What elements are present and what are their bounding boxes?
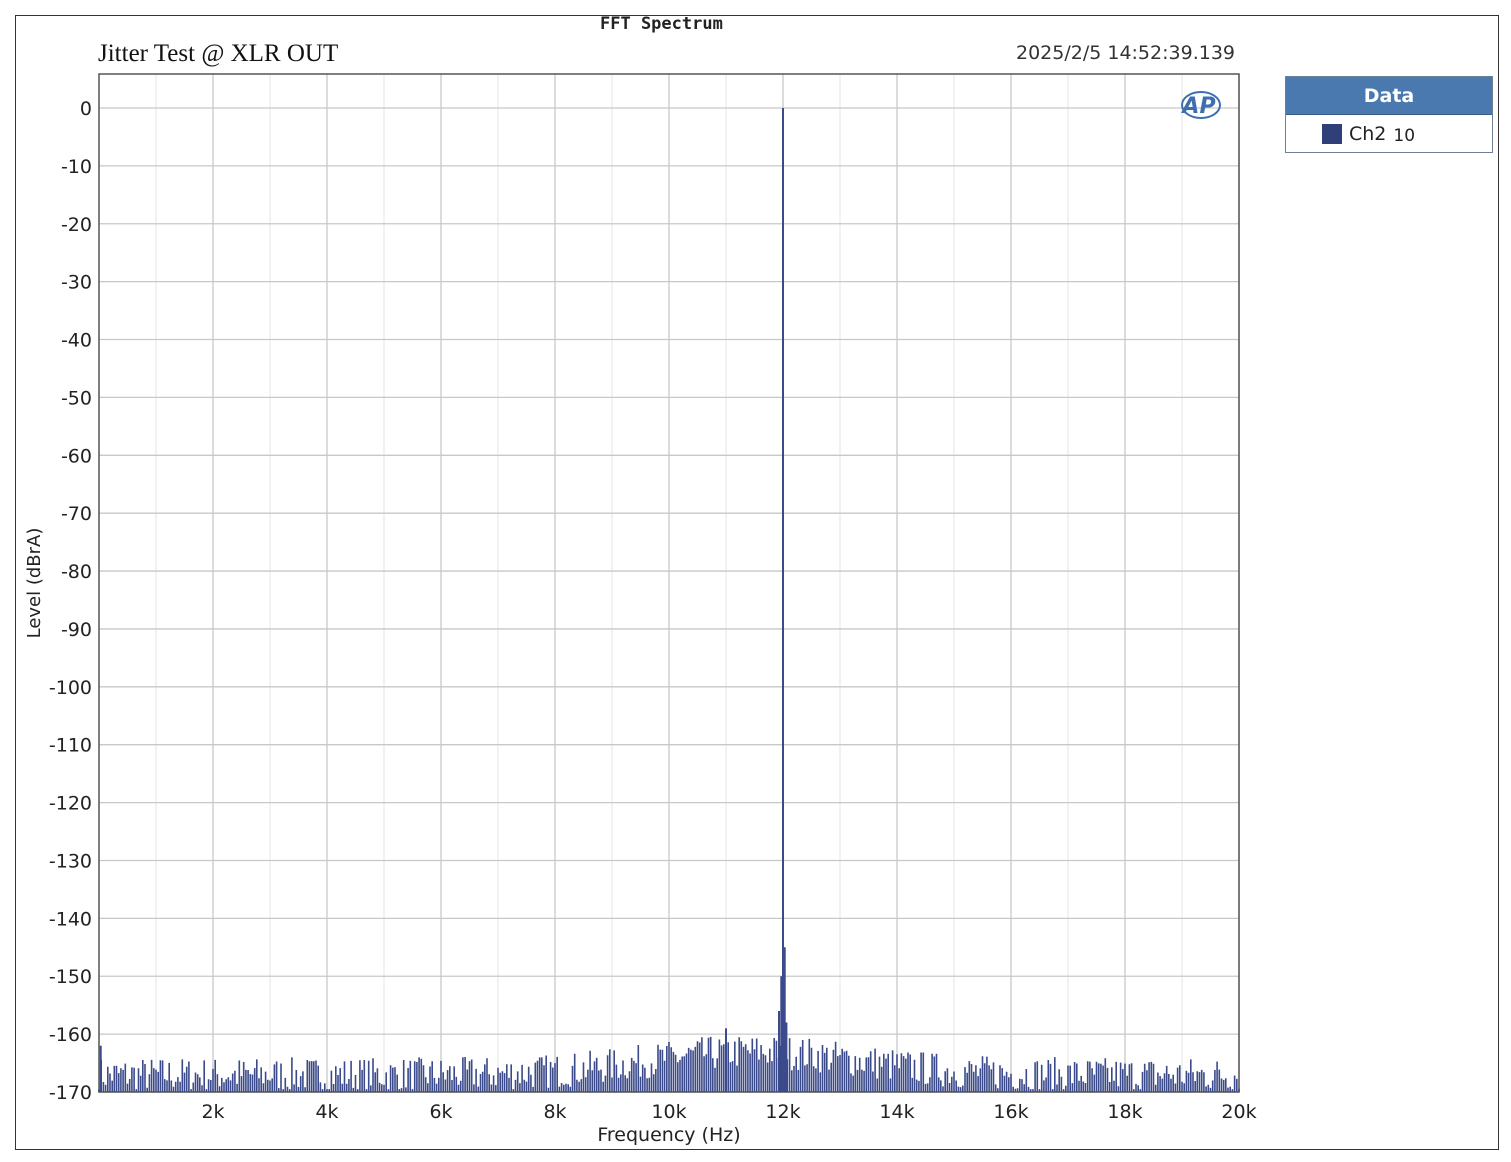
x-tick-label: 10k — [651, 1101, 686, 1123]
y-tick-label: -170 — [49, 1082, 92, 1104]
y-tick-label: -110 — [49, 735, 92, 757]
x-tick-label: 16k — [993, 1101, 1028, 1123]
y-tick-label: -150 — [49, 966, 92, 988]
y-tick-label: -100 — [49, 677, 92, 699]
y-tick-label: -40 — [61, 330, 92, 352]
y-tick-label: -30 — [61, 272, 92, 294]
x-tick-label: 18k — [1107, 1101, 1142, 1123]
x-tick-label: 12k — [765, 1101, 800, 1123]
y-tick-label: -160 — [49, 1024, 92, 1046]
x-tick-label: 4k — [315, 1101, 338, 1123]
y-tick-label: -130 — [49, 850, 92, 872]
y-tick-label: -80 — [61, 561, 92, 583]
y-tick-label: -60 — [61, 445, 92, 467]
y-tick-label: -140 — [49, 908, 92, 930]
x-tick-label: 14k — [879, 1101, 914, 1123]
y-tick-label: -90 — [61, 619, 92, 641]
y-tick-label: -120 — [49, 793, 92, 815]
y-tick-label: 0 — [80, 98, 92, 120]
chart-canvas: 0 -10 -20 -30 -40 -50 -60 -70 -80 -90 -100 -110 -120… — [24, 73, 1257, 1146]
x-axis-label: Frequency (Hz) — [597, 1124, 740, 1146]
y-tick-label: -10 — [61, 156, 92, 178]
y-tick-label: -70 — [61, 503, 92, 525]
x-tick-label: 6k — [429, 1101, 452, 1123]
y-axis-label: Level (dBrA) — [24, 528, 45, 639]
x-tick-label: 8k — [543, 1101, 566, 1123]
y-tick-label: -50 — [61, 387, 92, 409]
x-tick-label: 20k — [1221, 1101, 1256, 1123]
y-tick-label: -20 — [61, 214, 92, 236]
x-tick-label: 2k — [201, 1101, 224, 1123]
